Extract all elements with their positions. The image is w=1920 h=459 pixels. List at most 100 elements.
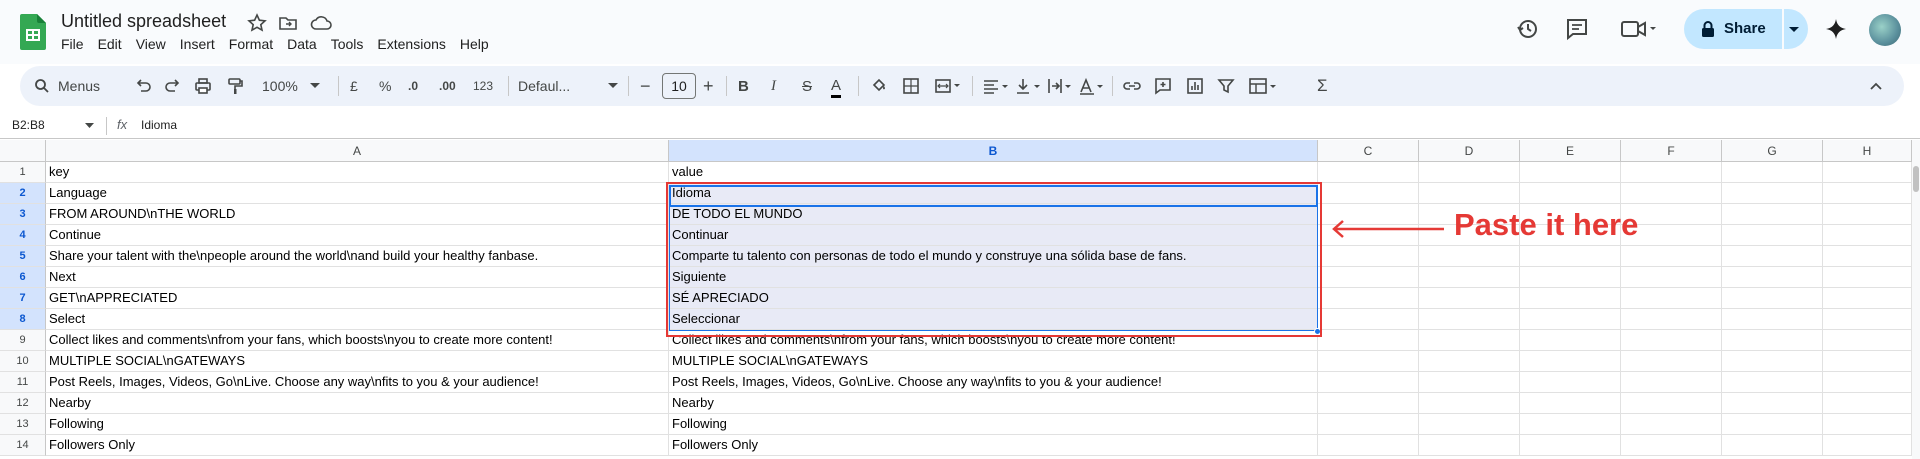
cell-empty[interactable] [1520,351,1621,372]
cell-empty[interactable] [1520,393,1621,414]
column-header-b[interactable]: B [669,140,1318,162]
cell-b[interactable]: MULTIPLE SOCIAL\nGATEWAYS [669,351,1318,372]
menu-view[interactable]: View [136,36,172,52]
cell-empty[interactable] [1318,288,1419,309]
cell-a[interactable]: Language [46,183,669,204]
insert-chart-icon[interactable] [1186,76,1204,96]
column-header-d[interactable]: D [1419,140,1520,162]
cell-b[interactable]: Following [669,414,1318,435]
decrease-font-size-button[interactable]: − [640,76,651,96]
cell-empty[interactable] [1419,267,1520,288]
percent-format-button[interactable]: % [379,76,391,96]
text-color-button[interactable]: A [831,76,842,98]
cell-empty[interactable] [1621,288,1722,309]
cell-empty[interactable] [1520,372,1621,393]
font-family-select[interactable]: Defaul... [518,76,618,96]
menu-format[interactable]: Format [229,36,279,52]
functions-button[interactable]: Σ [1317,76,1328,96]
formula-input[interactable]: Idioma [141,118,177,132]
cell-empty[interactable] [1419,351,1520,372]
cell-empty[interactable] [1318,435,1419,456]
cell-empty[interactable] [1318,309,1419,330]
row-header[interactable]: 13 [0,414,46,435]
cell-empty[interactable] [1823,393,1912,414]
gemini-sparkle-icon[interactable] [1823,16,1849,42]
move-folder-icon[interactable] [278,13,298,33]
row-header[interactable]: 9 [0,330,46,351]
cell-empty[interactable] [1419,393,1520,414]
insert-comment-icon[interactable] [1154,76,1172,96]
cell-empty[interactable] [1722,372,1823,393]
vertical-align-icon[interactable] [1014,76,1042,96]
menu-data[interactable]: Data [287,36,323,52]
cell-empty[interactable] [1419,162,1520,183]
cell-empty[interactable] [1823,225,1912,246]
cell-a[interactable]: Followers Only [46,435,669,456]
currency-format-button[interactable]: £ [350,76,358,96]
increase-font-size-button[interactable]: + [703,76,714,96]
redo-icon[interactable] [164,76,182,96]
row-header[interactable]: 3 [0,204,46,225]
cell-empty[interactable] [1318,372,1419,393]
menu-file[interactable]: File [61,36,90,52]
number-format-button[interactable]: 123 [473,76,493,96]
cell-empty[interactable] [1318,351,1419,372]
cell-empty[interactable] [1722,330,1823,351]
cell-empty[interactable] [1621,330,1722,351]
row-header[interactable]: 14 [0,435,46,456]
filter-icon[interactable] [1217,76,1235,96]
cell-a[interactable]: Share your talent with the\npeople aroun… [46,246,669,267]
cell-empty[interactable] [1722,183,1823,204]
italic-button[interactable]: I [771,76,776,96]
menu-extensions[interactable]: Extensions [377,36,451,52]
name-box-dropdown-icon[interactable] [85,123,94,129]
cell-empty[interactable] [1318,330,1419,351]
cell-empty[interactable] [1823,204,1912,225]
borders-icon[interactable] [902,76,920,96]
cell-empty[interactable] [1419,414,1520,435]
cell-empty[interactable] [1823,267,1912,288]
cell-empty[interactable] [1722,246,1823,267]
document-title[interactable]: Untitled spreadsheet [61,11,226,32]
cell-empty[interactable] [1823,372,1912,393]
menu-tools[interactable]: Tools [331,36,370,52]
cell-b[interactable]: Nearby [669,393,1318,414]
print-icon[interactable] [194,76,212,96]
decrease-decimal-button[interactable]: .0 [408,76,418,96]
collapse-menus-icon[interactable] [1868,76,1884,96]
cell-empty[interactable] [1318,246,1419,267]
cell-b[interactable]: Post Reels, Images, Videos, Go\nLive. Ch… [669,372,1318,393]
cell-empty[interactable] [1520,267,1621,288]
menu-help[interactable]: Help [460,36,495,52]
column-header-g[interactable]: G [1722,140,1823,162]
cell-empty[interactable] [1722,351,1823,372]
meet-video-icon[interactable] [1619,16,1659,42]
row-header[interactable]: 1 [0,162,46,183]
cell-a[interactable]: Following [46,414,669,435]
cell-empty[interactable] [1621,414,1722,435]
menu-insert[interactable]: Insert [180,36,221,52]
cell-empty[interactable] [1722,435,1823,456]
sheets-logo-icon[interactable] [20,14,46,50]
cell-a[interactable]: Select [46,309,669,330]
cloud-status-icon[interactable] [310,13,332,33]
cell-empty[interactable] [1621,162,1722,183]
cell-a[interactable]: GET\nAPPRECIATED [46,288,669,309]
paint-format-icon[interactable] [226,76,244,96]
cell-empty[interactable] [1823,435,1912,456]
cell-empty[interactable] [1419,372,1520,393]
cell-empty[interactable] [1823,246,1912,267]
cell-a[interactable]: Nearby [46,393,669,414]
comments-icon[interactable] [1564,16,1590,42]
cell-empty[interactable] [1520,183,1621,204]
share-button[interactable]: Share [1684,9,1808,49]
text-rotation-icon[interactable] [1078,76,1106,96]
cell-empty[interactable] [1823,183,1912,204]
cell-a[interactable]: Collect likes and comments\nfrom your fa… [46,330,669,351]
cell-a[interactable]: FROM AROUND\nTHE WORLD [46,204,669,225]
cell-empty[interactable] [1823,309,1912,330]
cell-empty[interactable] [1419,288,1520,309]
cell-empty[interactable] [1318,183,1419,204]
scrollbar-thumb[interactable] [1913,166,1919,192]
row-header[interactable]: 6 [0,267,46,288]
